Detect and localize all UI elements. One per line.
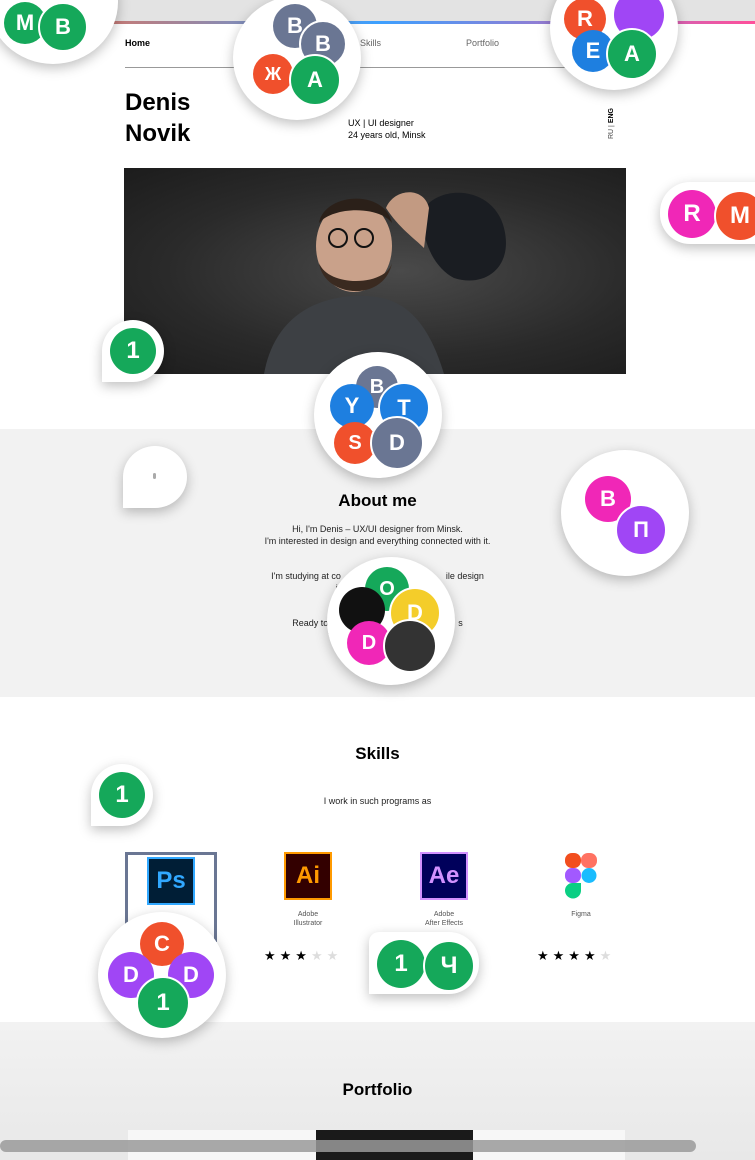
avatar: M <box>714 190 755 242</box>
avatar: 1 <box>110 328 156 374</box>
hero-photo <box>124 168 626 374</box>
avatar-bubble-10[interactable]: 1 <box>91 764 153 826</box>
avatar-bubble-5[interactable]: 1 <box>102 320 164 382</box>
language-switcher: RU | ENG <box>608 108 615 139</box>
illustrator-icon: Ai <box>284 852 332 900</box>
nav-home[interactable]: Home <box>125 38 150 48</box>
avatar-bubble-4[interactable]: R M <box>660 182 755 244</box>
avatar-bubble-1[interactable]: M B <box>0 0 118 64</box>
avatar-bubble-3[interactable]: R E A <box>550 0 678 90</box>
avatar: 1 <box>99 772 145 818</box>
nav-skills[interactable]: Skills <box>360 38 381 48</box>
skill-illustrator[interactable]: Ai Adobe Illustrator <box>262 852 354 928</box>
avatar: 1 <box>136 976 190 1030</box>
avatar: A <box>606 28 658 80</box>
avatar-bubble-8[interactable]: B П <box>561 450 689 576</box>
figma-icon <box>557 852 605 900</box>
portfolio-title: Portfolio <box>342 1080 413 1099</box>
last-name: Novik <box>125 120 191 147</box>
avatar-bubble-9[interactable]: O D D <box>327 557 455 685</box>
lang-ru[interactable]: RU <box>608 129 615 139</box>
skill-after-effects[interactable]: Ae Adobe After Effects <box>398 852 490 928</box>
skills-title: Skills <box>355 744 400 763</box>
first-name: Denis <box>125 89 191 116</box>
age-city-text: 24 years old, Minsk <box>348 130 426 140</box>
avatar <box>383 619 437 673</box>
avatar-bubble-6[interactable]: B Y T S D <box>314 352 442 478</box>
photoshop-icon: Ps <box>147 857 195 905</box>
rating-illustrator: ★★★★★ <box>264 948 343 963</box>
rating-figma: ★★★★★ <box>537 948 616 963</box>
lang-separator: | <box>608 123 615 129</box>
nav-portfolio[interactable]: Portfolio <box>466 38 499 48</box>
avatar: 1 <box>377 940 425 988</box>
after-effects-icon: Ae <box>420 852 468 900</box>
avatar-bubble-7[interactable] <box>123 446 187 508</box>
loading-icon <box>153 473 156 479</box>
skill-name: Adobe After Effects <box>425 911 463 927</box>
horizontal-scrollbar[interactable] <box>0 1140 696 1152</box>
avatar-bubble-2[interactable]: B B Ж A <box>233 0 361 120</box>
person-portrait-icon <box>264 192 506 374</box>
skill-name: Figma <box>571 911 591 918</box>
avatar: Ч <box>423 940 475 992</box>
avatar: D <box>370 416 424 470</box>
avatar-bubble-12[interactable]: 1 Ч <box>369 932 479 994</box>
skill-figma[interactable]: Figma <box>535 852 627 919</box>
page-title: Denis Novik <box>125 87 190 149</box>
role-info: UX | UI designer 24 years old, Minsk <box>348 117 426 141</box>
avatar-bubble-11[interactable]: C D D 1 <box>98 912 226 1038</box>
avatar: П <box>615 504 667 556</box>
avatar: B <box>38 2 88 52</box>
skill-name: Adobe Illustrator <box>293 911 323 927</box>
avatar: R <box>668 190 716 238</box>
avatar: Ж <box>253 54 293 94</box>
role-text: UX | UI designer <box>348 118 414 128</box>
avatar: A <box>289 54 341 106</box>
lang-eng[interactable]: ENG <box>608 108 615 123</box>
